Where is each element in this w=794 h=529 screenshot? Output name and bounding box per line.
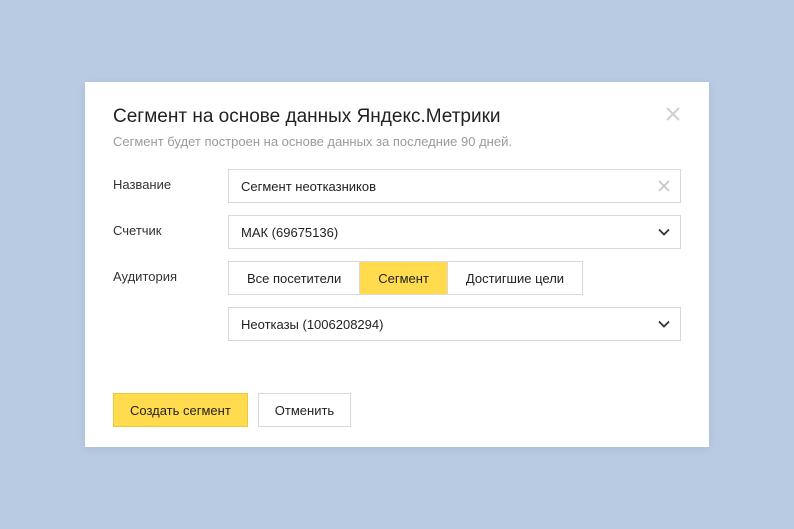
seg-all-visitors[interactable]: Все посетители (229, 262, 360, 294)
seg-goal-reached[interactable]: Достигшие цели (448, 262, 582, 294)
row-counter: Счетчик МАК (69675136) (113, 215, 681, 249)
counter-value: МАК (69675136) (229, 225, 680, 240)
seg-segment[interactable]: Сегмент (360, 262, 448, 294)
row-audience: Аудитория Все посетители Сегмент Достигш… (113, 261, 681, 341)
label-audience: Аудитория (113, 261, 228, 284)
segment-select[interactable]: Неотказы (1006208294) (228, 307, 681, 341)
modal-footer: Создать сегмент Отменить (113, 393, 681, 427)
chevron-down-icon (658, 226, 670, 238)
label-counter: Счетчик (113, 215, 228, 238)
modal-title: Сегмент на основе данных Яндекс.Метрики (113, 106, 681, 128)
counter-select[interactable]: МАК (69675136) (228, 215, 681, 249)
create-segment-button[interactable]: Создать сегмент (113, 393, 248, 427)
chevron-down-icon (658, 318, 670, 330)
close-icon[interactable] (665, 106, 685, 126)
segment-value: Неотказы (1006208294) (229, 317, 680, 332)
cancel-button[interactable]: Отменить (258, 393, 351, 427)
segment-modal: Сегмент на основе данных Яндекс.Метрики … (85, 82, 709, 447)
row-name: Название (113, 169, 681, 203)
audience-segmented: Все посетители Сегмент Достигшие цели (228, 261, 583, 295)
modal-subtitle: Сегмент будет построен на основе данных … (113, 134, 681, 149)
name-input[interactable] (229, 170, 680, 202)
clear-icon[interactable] (658, 179, 672, 193)
label-name: Название (113, 169, 228, 192)
name-input-wrap (228, 169, 681, 203)
modal-header: Сегмент на основе данных Яндекс.Метрики (113, 106, 681, 128)
